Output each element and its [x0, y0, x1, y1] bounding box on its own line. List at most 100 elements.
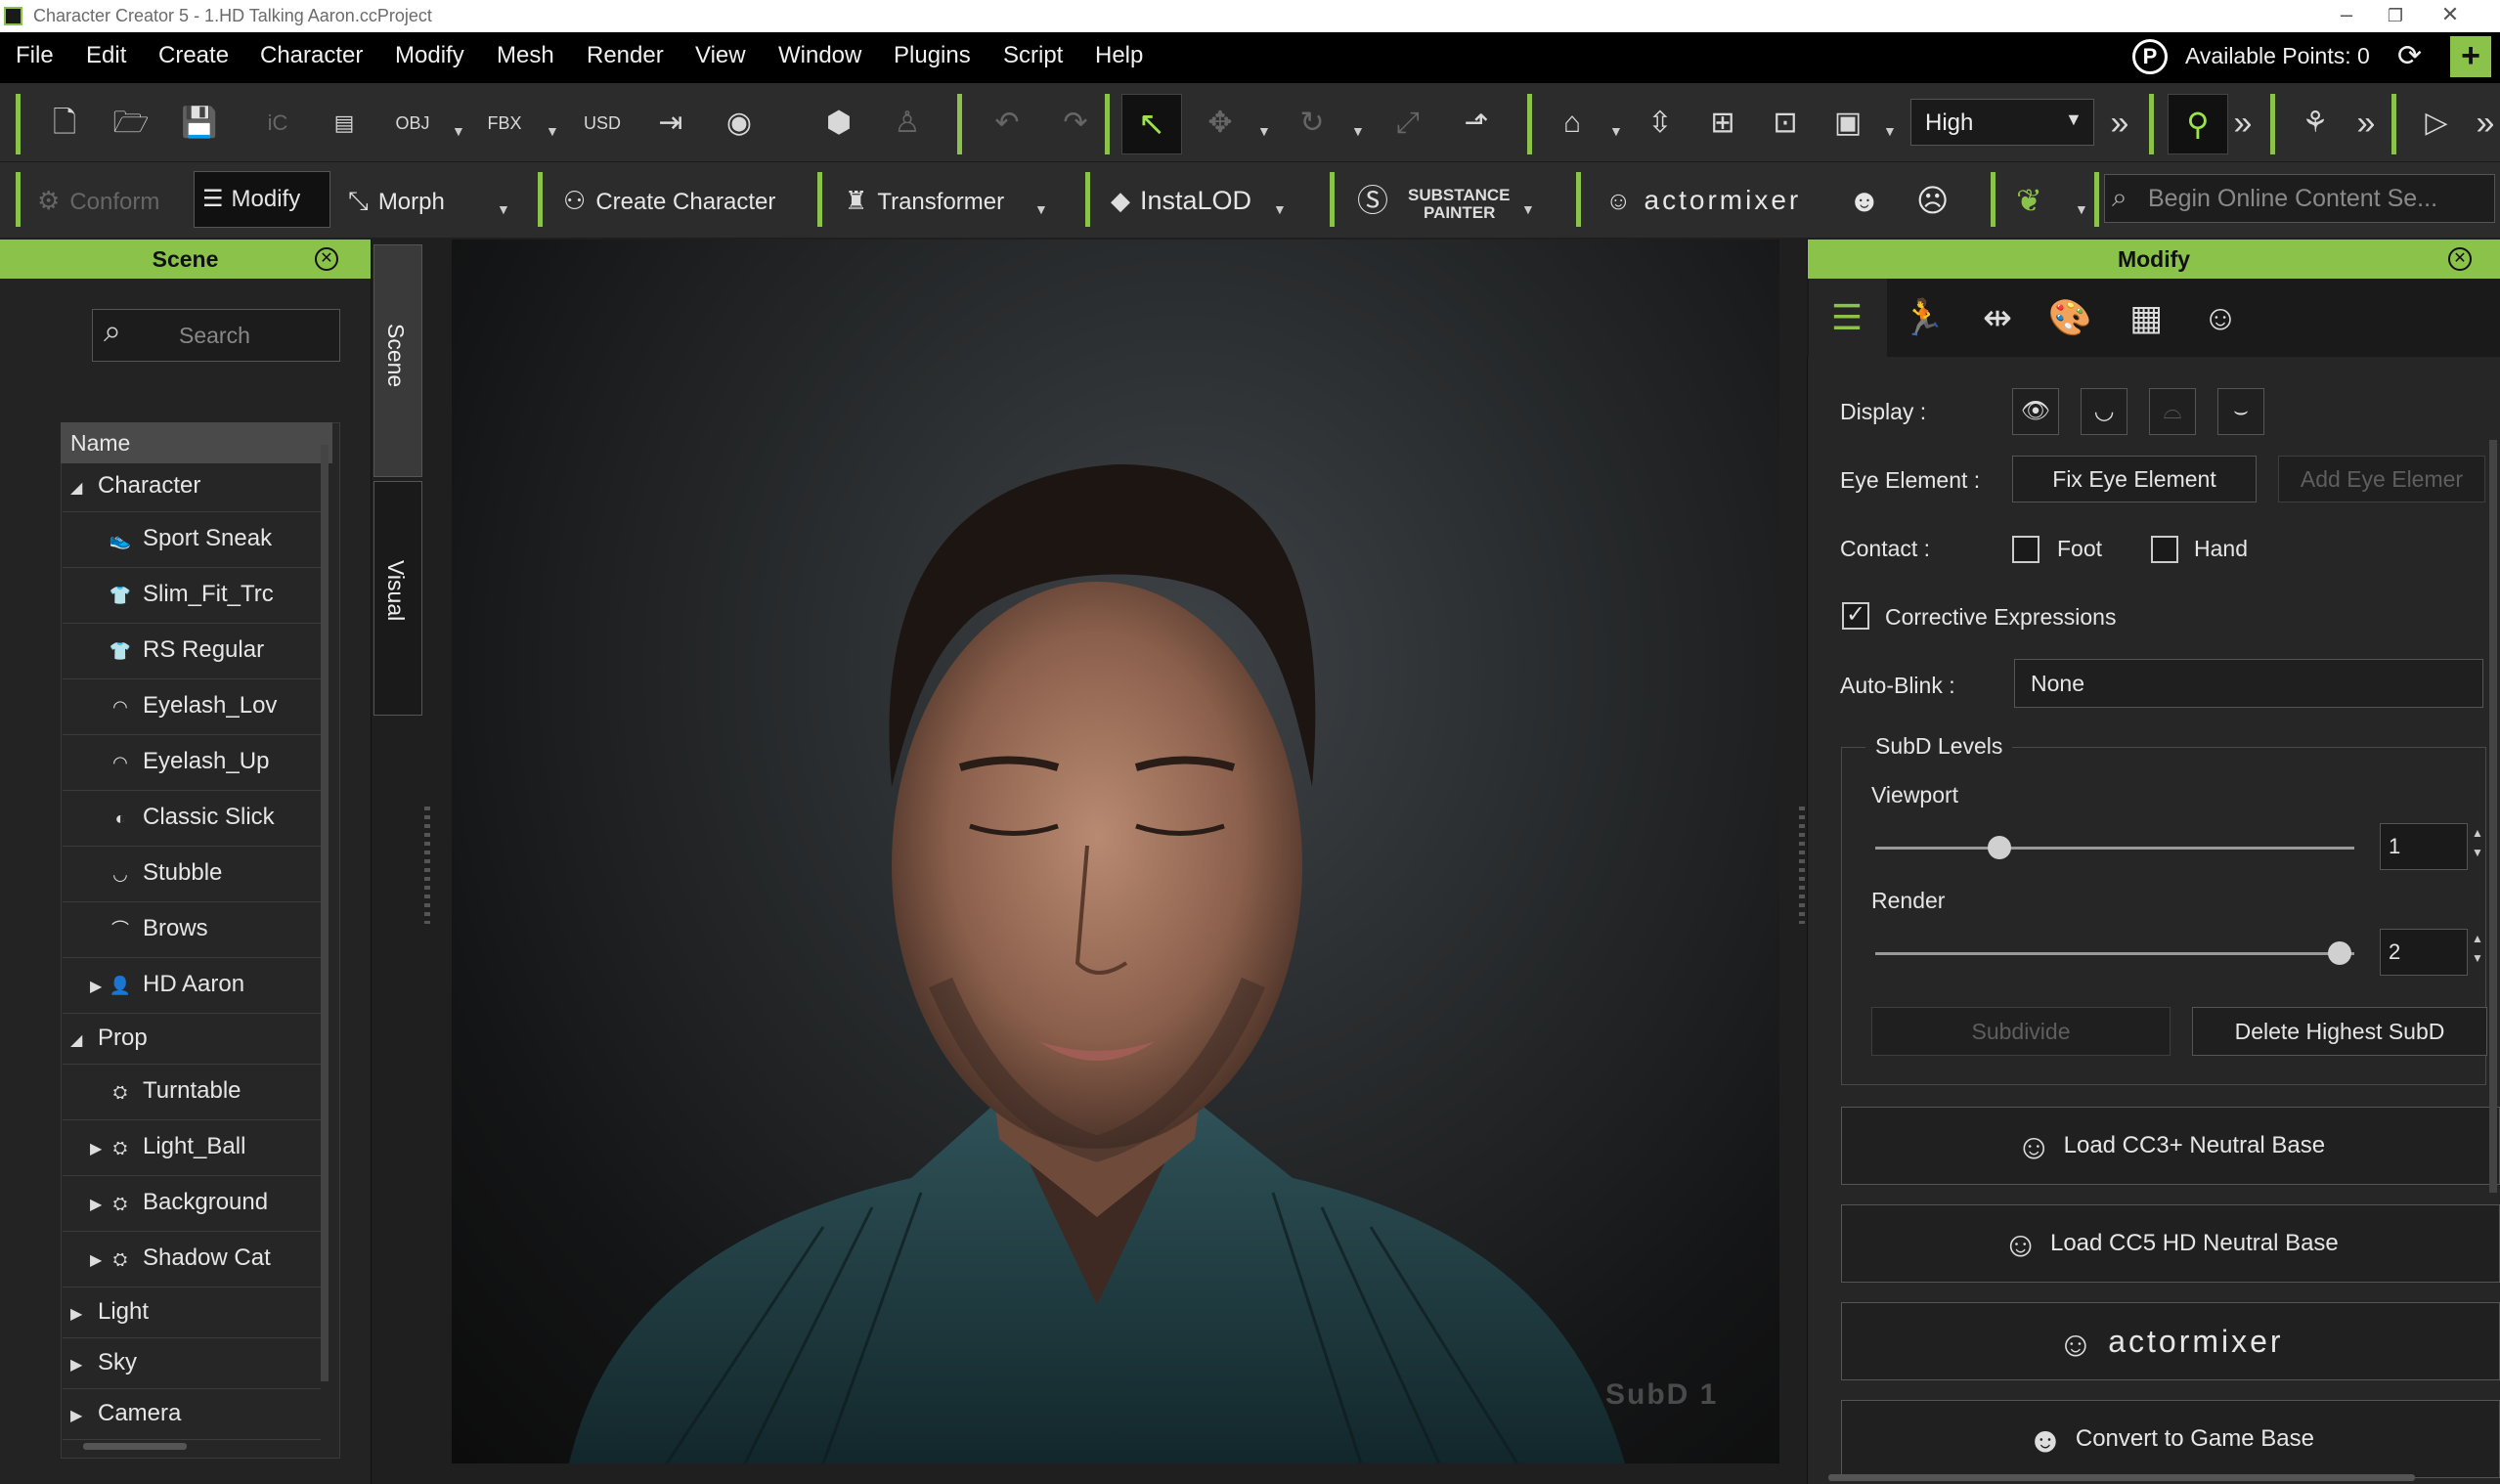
menu-script[interactable]: Script: [1003, 42, 1063, 69]
chevron-down-icon[interactable]: ▼: [1521, 201, 1535, 217]
menu-modify[interactable]: Modify: [395, 42, 464, 69]
more-icon[interactable]: »: [2098, 102, 2141, 145]
viewport-slider-track[interactable]: [1875, 847, 2354, 850]
morph-button[interactable]: ⤡ Morph: [348, 174, 445, 227]
scale-tool-icon[interactable]: ⤢: [1386, 102, 1429, 145]
3d-viewport[interactable]: [452, 240, 1779, 1463]
render-slider-track[interactable]: [1875, 952, 2354, 955]
close-icon[interactable]: ✕: [315, 247, 338, 271]
menu-edit[interactable]: Edit: [86, 42, 126, 69]
head-sync-icon[interactable]: ☹: [1916, 174, 1949, 227]
menu-mesh[interactable]: Mesh: [497, 42, 554, 69]
import-obj-icon[interactable]: OBJ: [391, 102, 434, 145]
tree-row[interactable]: ▶ Camera: [63, 1389, 321, 1440]
conform-button[interactable]: ⚙ Conform: [37, 174, 159, 227]
expand-arrow-icon[interactable]: ▶: [90, 1179, 108, 1231]
load-cc5-hd-neutral-base-button[interactable]: ☺ Load CC5 HD Neutral Base: [1841, 1204, 2500, 1283]
chevron-down-icon[interactable]: ▼: [546, 123, 559, 139]
more-icon[interactable]: »: [2345, 102, 2388, 145]
eye-display-icon[interactable]: 👁: [2012, 388, 2059, 435]
import-fbx-icon[interactable]: FBX: [483, 102, 526, 145]
chevron-down-icon[interactable]: ▼: [1883, 123, 1897, 139]
export-icon[interactable]: ⇥: [649, 102, 692, 145]
chevron-down-icon[interactable]: ▼: [2065, 109, 2083, 130]
new-file-icon[interactable]: 🗋: [43, 102, 86, 145]
tree-row[interactable]: ⌒ Brows: [63, 902, 321, 958]
tpose-icon[interactable]: ♙: [886, 102, 929, 145]
tree-scrollbar[interactable]: [321, 445, 329, 1381]
menu-plugins[interactable]: Plugins: [894, 42, 971, 69]
modify-scrollbar[interactable]: [2489, 440, 2497, 1193]
save-icon[interactable]: 💾: [178, 102, 221, 145]
chevron-down-icon[interactable]: ▼: [1351, 123, 1365, 139]
splitter-grip[interactable]: [424, 807, 430, 924]
closed-eye-display-icon[interactable]: ⌣: [2217, 388, 2264, 435]
tab-visual[interactable]: Visual: [373, 481, 422, 716]
play-icon[interactable]: ▷: [2415, 102, 2458, 145]
expand-arrow-icon[interactable]: ▶: [70, 1392, 88, 1439]
fit-all-icon[interactable]: ⊞: [1701, 102, 1744, 145]
create-character-button[interactable]: ⚇ Create Character: [563, 174, 775, 227]
morph-tab-icon[interactable]: ⇹: [1971, 291, 2024, 344]
expand-arrow-icon[interactable]: ▶: [90, 961, 108, 1013]
tree-row[interactable]: ▶ ⛭ Light_Ball: [63, 1120, 321, 1176]
chevron-down-icon[interactable]: ▼: [1034, 201, 1048, 217]
add-points-button[interactable]: +: [2450, 36, 2491, 77]
chevron-down-icon[interactable]: ▼: [1257, 123, 1271, 139]
tree-row[interactable]: ⛭ Turntable: [63, 1065, 321, 1120]
spinner-arrows[interactable]: ▲ ▼: [2472, 823, 2485, 862]
cube-icon[interactable]: ⬢: [817, 102, 860, 145]
modify-button[interactable]: ☰ Modify: [194, 171, 330, 228]
tree-horizontal-scrollbar[interactable]: [83, 1443, 187, 1450]
tree-row[interactable]: ▶ Sky: [63, 1338, 321, 1389]
undo-icon[interactable]: ↶: [986, 102, 1029, 145]
menu-create[interactable]: Create: [158, 42, 229, 69]
tree-row[interactable]: ◐ Classic Slick: [63, 791, 321, 847]
open-folder-icon[interactable]: 🗁: [110, 102, 153, 145]
tree-row[interactable]: ▶ ⛭ Background: [63, 1176, 321, 1232]
export-usd-icon[interactable]: USD: [581, 102, 624, 145]
tree-row[interactable]: ▶ Light: [63, 1288, 321, 1338]
fit-height-icon[interactable]: ⇳: [1639, 102, 1682, 145]
tree-row[interactable]: ▶ ⛭ Shadow Cat: [63, 1232, 321, 1288]
menu-render[interactable]: Render: [587, 42, 664, 69]
restore-button[interactable]: ❐: [2366, 6, 2425, 33]
expand-arrow-icon[interactable]: ▶: [70, 1341, 88, 1388]
menu-view[interactable]: View: [695, 42, 746, 69]
tree-row[interactable]: ◠ Eyelash_Lov: [63, 679, 321, 735]
collapse-arrow-icon[interactable]: ◢: [70, 1017, 88, 1064]
tree-row[interactable]: ▶ 👤 HD Aaron: [63, 958, 321, 1014]
attributes-tab-icon[interactable]: ☰: [1820, 291, 1873, 344]
tree-row[interactable]: 👟 Sport Sneak: [63, 512, 321, 568]
fit-selected-icon[interactable]: ⊡: [1764, 102, 1807, 145]
collapse-arrow-icon[interactable]: ◢: [70, 464, 88, 511]
import-ic-icon[interactable]: iC: [256, 102, 299, 145]
texture-tab-icon[interactable]: ▦: [2120, 291, 2172, 344]
chevron-down-icon[interactable]: ▼: [1273, 201, 1287, 217]
add-head-icon[interactable]: ☻: [1848, 174, 1881, 227]
splitter-grip[interactable]: [1799, 807, 1805, 924]
character-morph-icon[interactable]: ⚲: [2168, 94, 2228, 154]
menu-help[interactable]: Help: [1095, 42, 1143, 69]
expand-arrow-icon[interactable]: ▶: [70, 1290, 88, 1337]
frame-icon[interactable]: ▣: [1826, 102, 1869, 145]
tree-row[interactable]: ◠ Eyelash_Up: [63, 735, 321, 791]
add-eye-element-button[interactable]: Add Eye Elemer: [2278, 456, 2485, 502]
plugin-leaf-icon[interactable]: ❦: [2016, 174, 2042, 227]
pose-icon[interactable]: ⚘: [2294, 102, 2337, 145]
instalod-button[interactable]: ◆ InstaLOD: [1111, 174, 1251, 227]
place-icon[interactable]: ⬏: [1455, 102, 1498, 145]
home-camera-icon[interactable]: ⌂: [1551, 102, 1594, 145]
hand-checkbox[interactable]: [2151, 536, 2178, 563]
eyelash-display-icon[interactable]: ◡: [2081, 388, 2127, 435]
viewport-subd-value[interactable]: 1: [2380, 823, 2468, 870]
menu-character[interactable]: Character: [260, 42, 363, 69]
substance-painter-button[interactable]: Ⓢ: [1357, 174, 1398, 227]
material-tab-icon[interactable]: 🎨: [2043, 291, 2096, 344]
select-tool-icon[interactable]: ↖: [1121, 94, 1182, 154]
expand-arrow-icon[interactable]: ▶: [90, 1235, 108, 1287]
actormixer-button[interactable]: ☺ actormixer: [1605, 174, 1801, 227]
motion-tab-icon[interactable]: 🏃: [1897, 291, 1950, 344]
more-icon[interactable]: »: [2221, 102, 2264, 145]
tree-column-name[interactable]: Name: [61, 422, 332, 463]
